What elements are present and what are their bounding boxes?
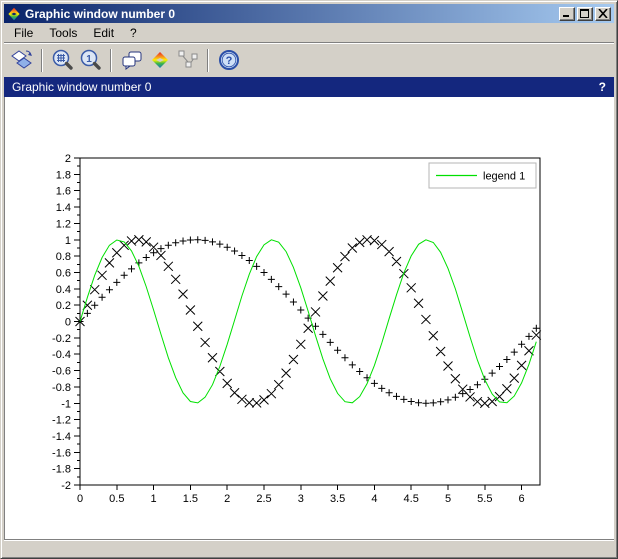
toolbar-separator	[207, 49, 209, 72]
x-tick-label: 1	[151, 493, 157, 505]
window-title: Graphic window number 0	[25, 7, 555, 21]
menu-item-tools[interactable]: Tools	[41, 24, 85, 42]
caption-help-button[interactable]: ?	[599, 80, 606, 94]
toolbar: 1	[4, 43, 614, 77]
y-tick-label: 1.4	[56, 202, 71, 214]
svg-text:1: 1	[86, 54, 92, 65]
rotate-button[interactable]	[8, 47, 35, 73]
figure-windows-icon	[121, 49, 143, 71]
y-tick-label: 0.8	[56, 251, 71, 263]
rotate-icon	[11, 49, 33, 71]
status-bar	[4, 539, 614, 555]
y-tick-label: 1.2	[56, 218, 71, 230]
minimize-button[interactable]	[559, 7, 575, 21]
y-tick-label: -1.8	[52, 464, 71, 476]
zoom-original-icon: 1	[80, 49, 102, 71]
title-bar: Graphic window number 0	[4, 4, 614, 23]
x-tick-label: 5	[445, 493, 451, 505]
y-tick-label: 1.8	[56, 169, 71, 181]
graphics-editor-button[interactable]	[146, 47, 173, 73]
y-tick-label: -0.8	[52, 382, 71, 394]
help-button[interactable]: ?	[215, 47, 242, 73]
y-tick-label: 0	[65, 317, 71, 329]
zoom-original-button[interactable]: 1	[77, 47, 104, 73]
zoom-area-icon	[52, 49, 74, 71]
y-tick-label: 0.4	[56, 284, 71, 296]
series-sinx	[77, 236, 540, 407]
y-tick-label: -2	[61, 480, 71, 492]
toolbar-separator	[41, 49, 43, 72]
select-entity-button[interactable]	[174, 47, 201, 73]
figure-windows-button[interactable]	[118, 47, 145, 73]
caption-title: Graphic window number 0	[12, 80, 599, 94]
maximize-button[interactable]	[577, 7, 593, 21]
y-tick-label: -1	[61, 398, 71, 410]
plot-frame	[80, 158, 540, 485]
x-tick-label: 1.5	[183, 493, 198, 505]
menu-item-file[interactable]: File	[6, 24, 41, 42]
y-tick-label: 0.6	[56, 267, 71, 279]
x-tick-label: 5.5	[477, 493, 492, 505]
x-tick-label: 0.5	[109, 493, 124, 505]
x-tick-label: 3.5	[330, 493, 345, 505]
zoom-area-button[interactable]	[49, 47, 76, 73]
x-tick-label: 0	[77, 493, 83, 505]
y-tick-label: -0.6	[52, 366, 71, 378]
x-tick-label: 6	[519, 493, 525, 505]
menu-bar: File Tools Edit ?	[4, 23, 614, 43]
svg-text:?: ?	[225, 55, 232, 67]
y-tick-label: 0.2	[56, 300, 71, 312]
select-entity-icon	[177, 49, 199, 71]
graphic-window: Graphic window number 0 File Tools Edit …	[0, 0, 618, 559]
y-tick-label: 1	[65, 235, 71, 247]
figure-canvas: 00.511.522.533.544.555.5621.81.61.41.210…	[4, 97, 614, 539]
y-tick-label: -1.6	[52, 447, 71, 459]
help-icon: ?	[218, 49, 240, 71]
x-tick-label: 2.5	[256, 493, 271, 505]
toolbar-separator	[110, 49, 112, 72]
y-tick-label: -1.2	[52, 415, 71, 427]
legend: legend 1	[429, 163, 536, 188]
chart-svg: 00.511.522.533.544.555.5621.81.61.41.210…	[4, 97, 614, 538]
x-tick-label: 4	[371, 493, 377, 505]
graphics-editor-icon	[149, 49, 171, 71]
y-tick-label: 2	[65, 153, 71, 165]
x-tick-label: 4.5	[404, 493, 419, 505]
menu-item-help[interactable]: ?	[122, 24, 145, 42]
scilab-app-icon	[7, 7, 21, 21]
y-tick-label: -0.2	[52, 333, 71, 345]
caption-bar: Graphic window number 0 ?	[4, 77, 614, 97]
x-tick-label: 2	[224, 493, 230, 505]
x-axis: 0 0.5 1 1.5 2 2.5 3 3.5 4 4.5 5 5.5 6	[77, 485, 525, 505]
y-tick-label: 1.6	[56, 186, 71, 198]
menu-item-edit[interactable]: Edit	[85, 24, 122, 42]
window-controls	[559, 7, 611, 21]
x-tick-label: 3	[298, 493, 304, 505]
y-tick-label: -0.4	[52, 349, 71, 361]
y-axis: 2 1.8 1.6 1.4 1.2 1 0.8 0.6 0.4 0.2 0 -0.2 -0.4 -0.6 -…	[52, 153, 80, 492]
close-button[interactable]	[595, 7, 611, 21]
y-tick-label: -1.4	[52, 431, 71, 443]
legend-label: legend 1	[483, 171, 525, 183]
